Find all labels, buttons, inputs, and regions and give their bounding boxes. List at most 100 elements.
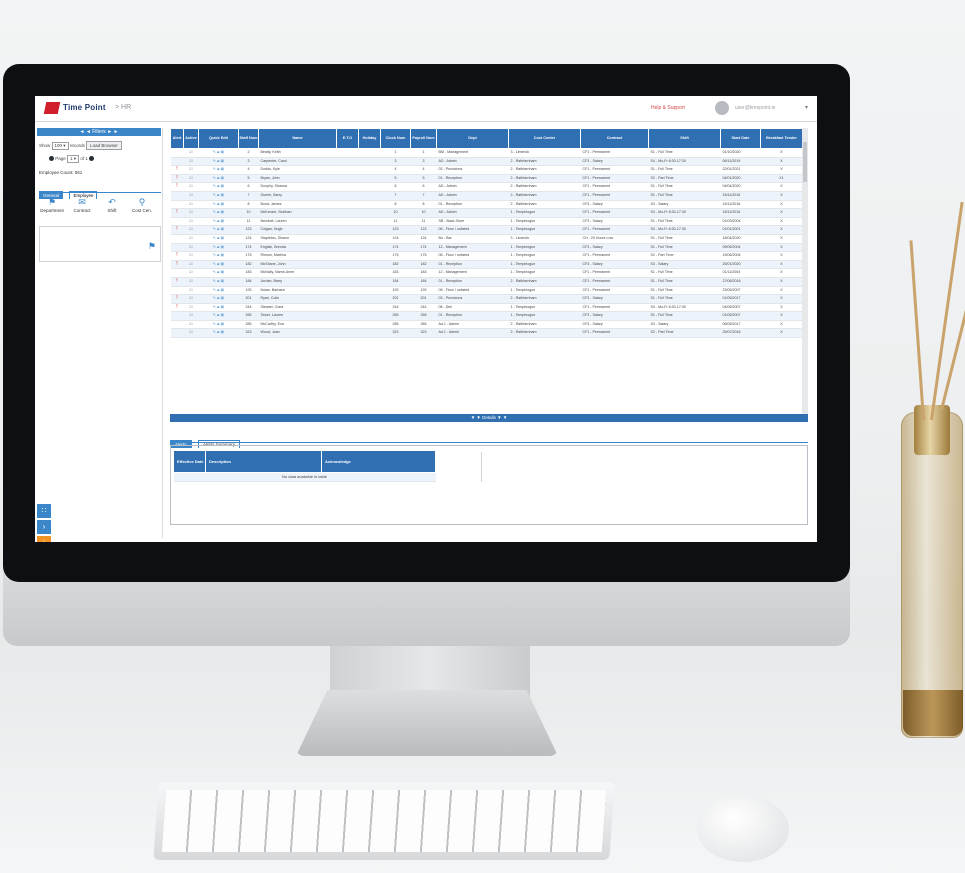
quick-edit-icons[interactable]: ✎ ▰ ▤ (198, 191, 239, 201)
table-row[interactable]: ☑ ✎ ▰ ▤ 174 English, Brenda 174 174 12 - Manag… (170, 243, 802, 253)
help-link[interactable]: Help & Support (651, 105, 685, 111)
quick-edit-icons[interactable]: ✎ ▰ ▤ (198, 148, 239, 158)
table-row[interactable]: ☑ ✎ ▰ ▤ 323 Wood, Joan 323 323 Ad 1 - Admin 2 -… (170, 328, 802, 339)
scrollbar-thumb[interactable] (803, 142, 807, 182)
column-header[interactable]: Dept (436, 128, 509, 149)
filter-apply-icon[interactable]: ⚑ (148, 241, 156, 252)
table-row[interactable]: ☑ ✎ ▰ ▤ 3 Carpenter, Carol 3 3 AD - Admin 2 - R… (170, 157, 802, 167)
quick-edit-icons[interactable]: ✎ ▰ ▤ (198, 268, 239, 278)
table-row[interactable]: ! ☑ ✎ ▰ ▤ 10 McKenzie, Siobhan 10 10 AD - Admin… (170, 208, 802, 218)
quick-edit-icons[interactable]: ✎ ▰ ▤ (198, 303, 239, 313)
active-checkbox[interactable]: ☑ (183, 148, 199, 158)
shift-tool[interactable]: ↶ Shift (99, 196, 125, 213)
quick-edit-icons[interactable]: ✎ ▰ ▤ (198, 251, 239, 261)
column-header[interactable]: Alert (170, 128, 184, 149)
quick-edit-icons[interactable]: ✎ ▰ ▤ (198, 277, 239, 287)
page-select[interactable]: 1 ▾ (67, 155, 80, 163)
active-checkbox[interactable]: ☑ (183, 165, 199, 175)
quick-edit-icons[interactable]: ✎ ▰ ▤ (198, 243, 239, 253)
table-row[interactable]: ☑ ✎ ▰ ▤ 183 McNally, Name-Anne 183 183 12 - Ma… (170, 268, 802, 278)
table-row[interactable]: ☑ ✎ ▰ ▤ 124 Stapleton, Sharon 124 124 Bu - Bar… (170, 234, 802, 244)
quick-edit-icons[interactable]: ✎ ▰ ▤ (198, 217, 239, 227)
active-checkbox[interactable]: ☑ (183, 225, 199, 235)
active-checkbox[interactable]: ☑ (183, 303, 199, 313)
show-select[interactable]: 100 ▾ (51, 142, 69, 150)
active-checkbox[interactable]: ☑ (183, 182, 199, 192)
active-checkbox[interactable]: ☑ (183, 260, 199, 270)
grid-icon[interactable]: ∷ (37, 504, 51, 518)
table-row[interactable]: ☑ ✎ ▰ ▤ 11 Newbolt, Lauren 11 11 SB - Back Sto… (170, 217, 802, 227)
active-checkbox[interactable]: ☑ (183, 174, 199, 184)
column-header[interactable]: E.T.O (336, 128, 359, 149)
column-header[interactable]: Clock Num (380, 128, 411, 149)
avatar[interactable] (715, 101, 729, 115)
table-row[interactable]: ☑ ✎ ▰ ▤ 193 Nolan, Barbara 193 193 06 - Floor … (170, 286, 802, 296)
active-checkbox[interactable]: ☑ (183, 191, 199, 201)
filters-header[interactable]: ◄ ◄ Filters ► ► (37, 128, 161, 136)
quick-edit-icons[interactable]: ✎ ▰ ▤ (198, 328, 239, 339)
table-row[interactable]: ☑ ✎ ▰ ▤ 7 Guerin, Barry 7 7 AD - Admin 2 - Rath… (170, 191, 802, 201)
col-acknowledge[interactable]: Acknowledge (321, 450, 436, 473)
column-header[interactable]: Quick Edit (198, 128, 239, 149)
quick-edit-icons[interactable]: ✎ ▰ ▤ (198, 311, 239, 321)
column-header[interactable]: Breakfast Tender (760, 128, 802, 149)
active-checkbox[interactable]: ☑ (183, 243, 199, 253)
active-checkbox[interactable]: ☑ (183, 217, 199, 227)
active-checkbox[interactable]: ☑ (183, 157, 199, 167)
table-row[interactable]: ☑ ✎ ▰ ▤ 8 Bond, James 8 8 01 - Reception 2 - Ra… (170, 200, 802, 210)
chevron-down-icon[interactable]: ▾ (805, 104, 808, 111)
col-effective-date[interactable]: Effective Date (173, 450, 206, 473)
active-checkbox[interactable]: ☑ (183, 268, 199, 278)
quick-edit-icons[interactable]: ✎ ▰ ▤ (198, 157, 239, 167)
table-row[interactable]: ! ☑ ✎ ▰ ▤ 5 Bryan, John 5 5 01 - Reception 2 - R… (170, 174, 802, 184)
column-header[interactable]: Cost Center (508, 128, 581, 149)
table-row[interactable]: ☑ ✎ ▰ ▤ 2 Beatty, Keith 1 1 BM - Management 3 -… (170, 148, 802, 158)
quick-edit-icons[interactable]: ✎ ▰ ▤ (198, 208, 239, 218)
department-tool[interactable]: ⚑ Department (39, 196, 65, 213)
table-row[interactable]: ! ☑ ✎ ▰ ▤ 6 Dunphy, Shauna 6 6 AD - Admin 2 - Ra… (170, 182, 802, 192)
active-checkbox[interactable]: ☑ (183, 234, 199, 244)
column-header[interactable]: Holiday (358, 128, 381, 149)
quick-edit-icons[interactable]: ✎ ▰ ▤ (198, 174, 239, 184)
add-icon[interactable]: + (37, 536, 51, 542)
details-toggle[interactable]: ▼ ▼ Details ▼ ▼ (170, 414, 808, 422)
quick-edit-icons[interactable]: ✎ ▰ ▤ (198, 165, 239, 175)
column-header[interactable]: Start Date (720, 128, 761, 149)
table-row[interactable]: ! ☑ ✎ ▰ ▤ 244 Stewart, Ciara 244 244 08 - Deli 1… (170, 303, 802, 313)
quick-edit-icons[interactable]: ✎ ▰ ▤ (198, 260, 239, 270)
table-row[interactable]: ! ☑ ✎ ▰ ▤ 4 Dodds, Kyle 4 4 03 - Provisions 2 - … (170, 165, 802, 175)
active-checkbox[interactable]: ☑ (183, 286, 199, 296)
quick-edit-icons[interactable]: ✎ ▰ ▤ (198, 294, 239, 304)
table-row[interactable]: ! ☑ ✎ ▰ ▤ 123 Colgan, Hugh 123 123 06 - Floor /… (170, 225, 802, 235)
table-row[interactable]: ! ☑ ✎ ▰ ▤ 175 Rimum, Martina 175 175 06 - Floor… (170, 251, 802, 261)
alerts-scrollbar[interactable] (481, 452, 487, 482)
quick-edit-icons[interactable]: ✎ ▰ ▤ (198, 182, 239, 192)
prev-page-icon[interactable] (49, 156, 54, 162)
cost-center-tool[interactable]: ⚲ Cost Cen. (129, 196, 155, 213)
active-checkbox[interactable]: ☑ (183, 320, 199, 330)
user-name[interactable]: user@timepoint.ie (735, 105, 775, 111)
contract-tool[interactable]: ✉ Contract (69, 196, 95, 213)
active-checkbox[interactable]: ☑ (183, 208, 199, 218)
quick-edit-icons[interactable]: ✎ ▰ ▤ (198, 234, 239, 244)
table-row[interactable]: ☑ ✎ ▰ ▤ 265 Tower, Lauren 265 265 01 - Recepti… (170, 311, 802, 321)
table-row[interactable]: ! ☑ ✎ ▰ ▤ 184 Jordan, Barry 184 184 01 - Recept… (170, 277, 802, 287)
table-row[interactable]: ☑ ✎ ▰ ▤ 285 McCarthy, Eva 285 285 Ad 1 - Admin… (170, 320, 802, 330)
quick-edit-icons[interactable]: ✎ ▰ ▤ (198, 320, 239, 330)
load-browser-button[interactable]: Load Browser (86, 141, 122, 150)
column-header[interactable]: Contract (580, 128, 649, 149)
quick-edit-icons[interactable]: ✎ ▰ ▤ (198, 225, 239, 235)
column-header[interactable]: Shift (648, 128, 721, 149)
active-checkbox[interactable]: ☑ (183, 328, 199, 339)
quick-edit-icons[interactable]: ✎ ▰ ▤ (198, 286, 239, 296)
column-header[interactable]: Payroll Num (410, 128, 437, 149)
active-checkbox[interactable]: ☑ (183, 251, 199, 261)
active-checkbox[interactable]: ☑ (183, 294, 199, 304)
breadcrumb[interactable]: > HR (115, 104, 131, 111)
table-row[interactable]: ! ☑ ✎ ▰ ▤ 201 Ryan, Colin 201 201 03 - Provisio… (170, 294, 802, 304)
col-description[interactable]: Description (205, 450, 322, 473)
column-header[interactable]: Staff Num (238, 128, 259, 149)
active-checkbox[interactable]: ☑ (183, 200, 199, 210)
table-row[interactable]: ! ☑ ✎ ▰ ▤ 182 McShane, John 182 182 01 - Recept… (170, 260, 802, 270)
chevron-right-icon[interactable]: › (37, 520, 51, 534)
